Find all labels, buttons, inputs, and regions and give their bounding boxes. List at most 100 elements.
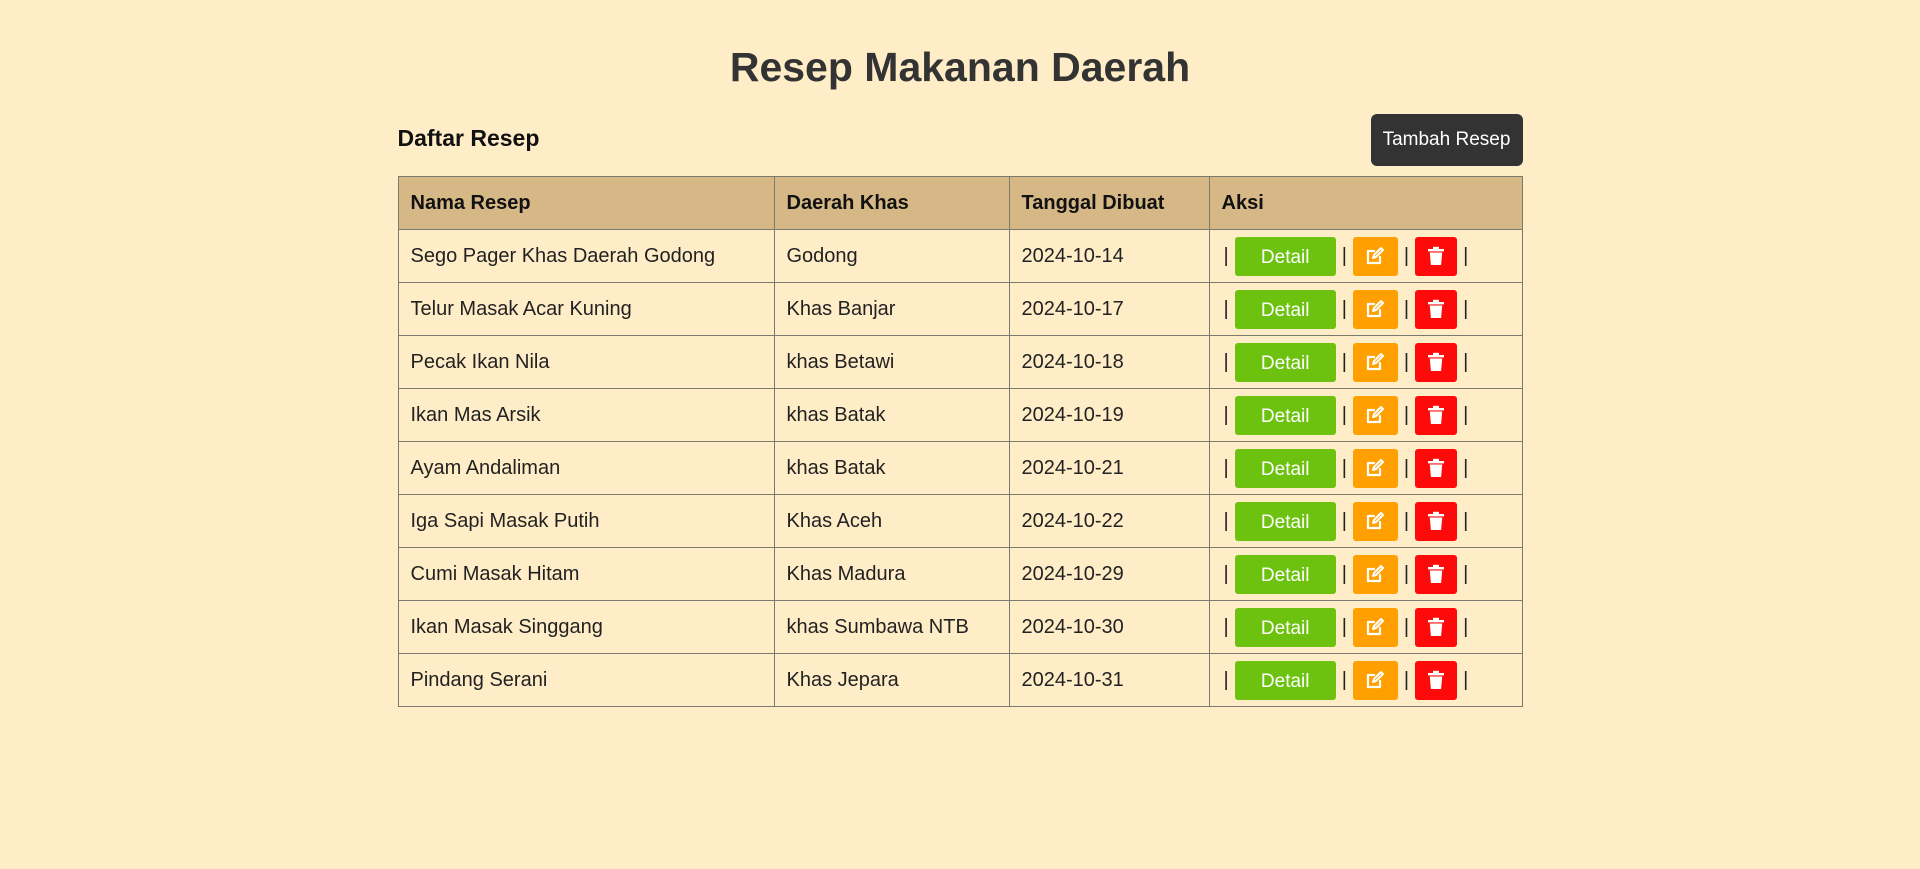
recipe-region-cell: khas Batak	[773, 441, 1010, 495]
table-header-row: Nama Resep Daerah Khas Tanggal Dibuat Ak…	[397, 176, 1523, 230]
detail-button[interactable]: Detail	[1234, 501, 1336, 541]
delete-button[interactable]	[1415, 342, 1458, 382]
separator: |	[1463, 668, 1469, 691]
table-row: Iga Sapi Masak Putih Khas Aceh 2024-10-22 |…	[397, 494, 1523, 548]
table-row: Ikan Masak Singgang khas Sumbawa NTB 2024-…	[397, 600, 1523, 654]
table-row: Sego Pager Khas Daerah Godong Godong 2024-…	[397, 229, 1523, 283]
separator: |	[1341, 615, 1347, 638]
separator: |	[1463, 297, 1469, 320]
recipe-name-cell: Cumi Masak Hitam	[397, 547, 775, 601]
recipe-region-cell: Khas Banjar	[773, 282, 1010, 336]
edit-button[interactable]	[1352, 607, 1398, 647]
actions-cell: | Detail | | |	[1208, 388, 1523, 442]
recipe-region-cell: khas Batak	[773, 388, 1010, 442]
edit-button[interactable]	[1352, 448, 1398, 488]
main-container: Daftar Resep Tambah Resep Nama Resep Dae…	[397, 91, 1523, 707]
table-row: Ayam Andaliman khas Batak 2024-10-21 | Detai…	[397, 441, 1523, 495]
separator: |	[1403, 456, 1410, 479]
actions-cell: | Detail | | |	[1208, 282, 1523, 336]
separator: |	[1341, 244, 1347, 267]
detail-button[interactable]: Detail	[1234, 448, 1336, 488]
add-recipe-button[interactable]: Tambah Resep	[1370, 114, 1523, 166]
separator: |	[1403, 615, 1410, 638]
separator: |	[1463, 509, 1469, 532]
separator: |	[1463, 350, 1469, 373]
table-row: Telur Masak Acar Kuning Khas Banjar 2024-1…	[397, 282, 1523, 336]
detail-button[interactable]: Detail	[1234, 607, 1336, 647]
separator: |	[1463, 403, 1469, 426]
detail-button[interactable]: Detail	[1234, 660, 1336, 700]
recipe-region-cell: khas Betawi	[773, 335, 1010, 389]
header-date: Tanggal Dibuat	[1008, 176, 1210, 230]
recipe-name-cell: Iga Sapi Masak Putih	[397, 494, 775, 548]
separator: |	[1403, 297, 1410, 320]
header-actions: Aksi	[1208, 176, 1523, 230]
recipe-date-cell: 2024-10-17	[1008, 282, 1210, 336]
recipe-region-cell: khas Sumbawa NTB	[773, 600, 1010, 654]
recipe-name-cell: Ayam Andaliman	[397, 441, 775, 495]
recipe-date-cell: 2024-10-31	[1008, 653, 1210, 707]
edit-button[interactable]	[1352, 554, 1398, 594]
recipe-name-cell: Ikan Masak Singgang	[397, 600, 775, 654]
recipe-name-cell: Telur Masak Acar Kuning	[397, 282, 775, 336]
actions-cell: | Detail | | |	[1208, 547, 1523, 601]
delete-button[interactable]	[1415, 236, 1458, 276]
separator: |	[1463, 615, 1469, 638]
page-title: Resep Makanan Daerah	[729, 44, 1191, 90]
separator: |	[1403, 668, 1410, 691]
delete-button[interactable]	[1415, 660, 1458, 700]
detail-button[interactable]: Detail	[1234, 289, 1336, 329]
delete-button[interactable]	[1415, 501, 1458, 541]
recipe-region-cell: Khas Jepara	[773, 653, 1010, 707]
recipe-date-cell: 2024-10-14	[1008, 229, 1210, 283]
separator: |	[1223, 297, 1229, 320]
delete-button[interactable]	[1415, 554, 1458, 594]
actions-cell: | Detail | | |	[1208, 494, 1523, 548]
detail-button[interactable]: Detail	[1234, 342, 1336, 382]
delete-button[interactable]	[1415, 607, 1458, 647]
separator: |	[1223, 350, 1229, 373]
recipe-date-cell: 2024-10-22	[1008, 494, 1210, 548]
actions-cell: | Detail | | |	[1208, 441, 1523, 495]
separator: |	[1223, 562, 1229, 585]
edit-button[interactable]	[1352, 395, 1398, 435]
edit-button[interactable]	[1352, 342, 1398, 382]
separator: |	[1223, 244, 1229, 267]
recipe-date-cell: 2024-10-30	[1008, 600, 1210, 654]
recipe-date-cell: 2024-10-19	[1008, 388, 1210, 442]
separator: |	[1341, 456, 1347, 479]
separator: |	[1403, 350, 1410, 373]
delete-button[interactable]	[1415, 448, 1458, 488]
recipe-region-cell: Godong	[773, 229, 1010, 283]
delete-button[interactable]	[1415, 289, 1458, 329]
table-row: Pindang Serani Khas Jepara 2024-10-31 | Deta…	[397, 653, 1523, 707]
detail-button[interactable]: Detail	[1234, 236, 1336, 276]
recipe-name-cell: Pindang Serani	[397, 653, 775, 707]
edit-button[interactable]	[1352, 501, 1398, 541]
edit-button[interactable]	[1352, 660, 1398, 700]
table-row: Pecak Ikan Nila khas Betawi 2024-10-18 | Det…	[397, 335, 1523, 389]
separator: |	[1403, 509, 1410, 532]
recipe-region-cell: Khas Aceh	[773, 494, 1010, 548]
recipe-region-cell: Khas Madura	[773, 547, 1010, 601]
edit-button[interactable]	[1352, 236, 1398, 276]
edit-button[interactable]	[1352, 289, 1398, 329]
separator: |	[1223, 456, 1229, 479]
separator: |	[1341, 562, 1347, 585]
separator: |	[1463, 456, 1469, 479]
delete-button[interactable]	[1415, 395, 1458, 435]
separator: |	[1341, 668, 1347, 691]
table-row: Cumi Masak Hitam Khas Madura 2024-10-29 | De…	[397, 547, 1523, 601]
table-row: Ikan Mas Arsik khas Batak 2024-10-19 | Detai…	[397, 388, 1523, 442]
actions-cell: | Detail | | |	[1208, 600, 1523, 654]
header-name: Nama Resep	[397, 176, 775, 230]
recipe-name-cell: Sego Pager Khas Daerah Godong	[397, 229, 775, 283]
separator: |	[1223, 615, 1229, 638]
recipe-name-cell: Ikan Mas Arsik	[397, 388, 775, 442]
separator: |	[1223, 403, 1229, 426]
separator: |	[1463, 562, 1469, 585]
separator: |	[1341, 403, 1347, 426]
actions-cell: | Detail | | |	[1208, 335, 1523, 389]
detail-button[interactable]: Detail	[1234, 554, 1336, 594]
detail-button[interactable]: Detail	[1234, 395, 1336, 435]
